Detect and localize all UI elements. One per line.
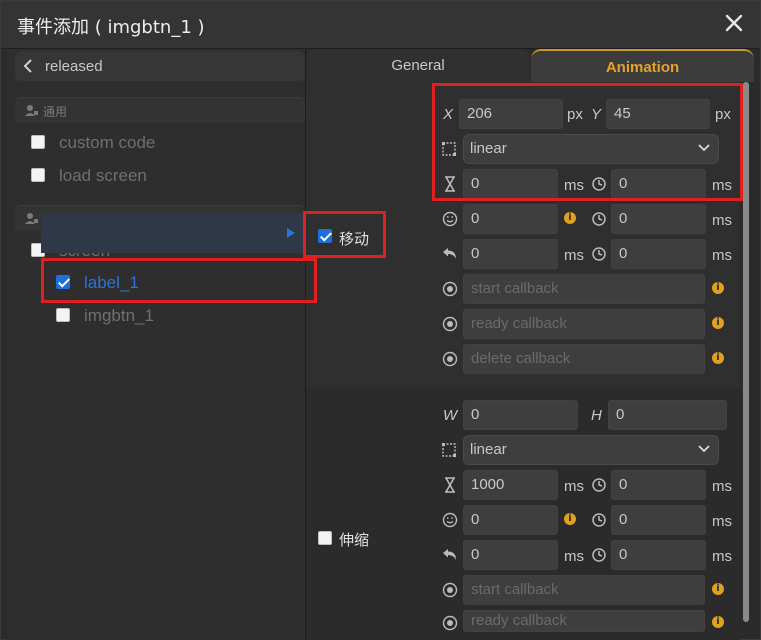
move-repeat-input[interactable]: 0 [463,204,558,234]
info-icon[interactable]: i [712,583,724,595]
callback-icon [442,281,458,297]
annotation-box-move-fields [432,83,743,201]
info-icon[interactable]: i [712,282,724,294]
title-bar: 事件添加 ( imgbtn_1 ) [1,1,760,49]
dialog-title: 事件添加 ( imgbtn_1 ) [17,17,205,38]
info-icon[interactable]: i [712,616,724,628]
clock-icon [592,247,606,261]
smile-icon [442,512,458,528]
event-add-dialog: 事件添加 ( imgbtn_1 ) released 通用 custom cod… [0,0,761,640]
info-icon[interactable]: i [712,352,724,364]
left-panel: released 通用 [7,49,305,640]
scale-repeat-delay-unit: ms [712,513,732,530]
move-delete-callback-input[interactable]: delete callback [463,344,705,374]
clock-icon [592,478,606,492]
move-playback-delay-unit: ms [712,247,732,264]
callback-icon [442,615,458,631]
info-icon[interactable]: i [712,317,724,329]
scale-duration-unit: ms [564,478,584,495]
move-playback-unit: ms [564,247,584,264]
scale-label: 伸缩 [339,531,370,549]
user-icon [25,105,38,116]
scale-playback-delay-input[interactable]: 0 [611,540,706,570]
custom-code-label: custom code [59,133,156,152]
property-toggle-column-2 [306,387,435,640]
clock-icon [592,513,606,527]
callback-icon [442,316,458,332]
scale-checkbox[interactable] [318,531,332,545]
move-repeat-delay-input[interactable]: 0 [611,204,706,234]
hourglass-icon [445,477,455,493]
scale-easing-value: linear [470,441,507,458]
imgbtn-1-label: imgbtn_1 [84,306,154,325]
w-label: W [443,407,458,424]
scale-repeat-input[interactable]: 0 [463,505,558,535]
w-input[interactable]: 0 [463,400,578,430]
label-1-row[interactable] [41,213,307,253]
h-label: H [591,407,602,424]
section-general-label: 通用 [43,105,68,119]
user-icon [25,213,38,224]
scrollbar[interactable] [743,82,749,622]
tab-general[interactable]: General [307,49,529,82]
scale-ready-callback-input[interactable]: ready callback [463,610,705,632]
annotation-box-label [41,258,317,303]
load-screen-checkbox[interactable] [31,168,45,182]
scale-start-callback-input[interactable]: start callback [463,575,705,605]
scale-playback-input[interactable]: 0 [463,540,558,570]
chevron-left-icon [23,59,32,73]
callback-icon [442,351,458,367]
scale-delay-input[interactable]: 0 [611,470,706,500]
move-ready-callback-input[interactable]: ready callback [463,309,705,339]
scale-delay-unit: ms [712,478,732,495]
custom-code-checkbox[interactable] [31,135,45,149]
scale-easing-select[interactable]: linear [463,435,719,465]
section-general-header: 通用 [15,97,305,123]
back-button[interactable]: released [15,51,305,81]
back-label: released [45,58,103,75]
imgbtn-1-checkbox[interactable] [56,308,70,322]
smile-icon [442,211,458,227]
info-icon[interactable]: i [564,513,576,525]
clock-icon [592,548,606,562]
scale-playback-unit: ms [564,548,584,565]
close-icon[interactable] [722,11,746,35]
move-playback-delay-input[interactable]: 0 [611,239,706,269]
move-start-callback-input[interactable]: start callback [463,274,705,304]
scale-duration-input[interactable]: 1000 [463,470,558,500]
scale-playback-delay-unit: ms [712,548,732,565]
scale-repeat-delay-input[interactable]: 0 [611,505,706,535]
annotation-box-move [303,211,386,258]
undo-icon [443,248,456,259]
move-playback-input[interactable]: 0 [463,239,558,269]
h-input[interactable]: 0 [608,400,727,430]
callback-icon [442,582,458,598]
easing-icon [442,443,456,457]
move-repeat-delay-unit: ms [712,212,732,229]
clock-icon [592,212,606,226]
undo-icon [443,549,456,560]
expand-arrow-icon[interactable] [287,228,295,238]
info-icon[interactable]: i [564,212,576,224]
chevron-down-icon [698,445,710,453]
tab-animation[interactable]: Animation [531,49,754,82]
load-screen-label: load screen [59,166,147,185]
